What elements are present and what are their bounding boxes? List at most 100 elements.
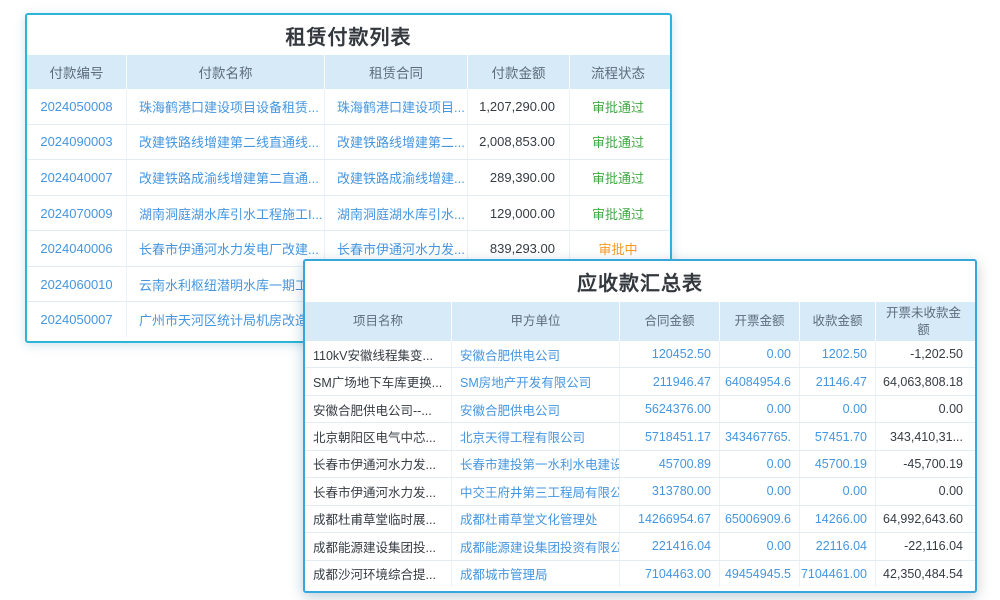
project-name: 成都杜甫草堂临时展...: [305, 506, 452, 532]
party-a-unit-link[interactable]: 安徽合肥供电公司: [452, 396, 620, 422]
received-amount: 0.00: [800, 396, 876, 422]
project-name: 长春市伊通河水力发...: [305, 451, 452, 477]
col-header-lease-contract: 租赁合同: [325, 55, 468, 89]
receivable-table-row: 长春市伊通河水力发... 中交王府井第三工程局有限公司 313780.00 0.…: [305, 478, 975, 505]
lease-contract-link[interactable]: 改建铁路成渝线增建...: [325, 160, 468, 195]
payment-amount: 289,390.00: [468, 160, 570, 195]
payment-amount: 129,000.00: [468, 196, 570, 231]
invoice-amount: 343467765.: [720, 423, 800, 449]
payment-name-link[interactable]: 湖南洞庭湖水库引水工程施工I...: [127, 196, 325, 231]
party-a-unit-link[interactable]: 北京天得工程有限公司: [452, 423, 620, 449]
invoice-amount: 64084954.6: [720, 368, 800, 394]
lease-contract-link[interactable]: 湖南洞庭湖水库引水...: [325, 196, 468, 231]
received-amount: 0.00: [800, 478, 876, 504]
status-badge: 审批通过: [570, 125, 666, 160]
payment-name-link[interactable]: 珠海鹤港口建设项目设备租赁...: [127, 89, 325, 124]
receivable-summary-panel: 应收款汇总表 项目名称 甲方单位 合同金额 开票金额 收款金额 开票未收款金额 …: [303, 259, 977, 593]
contract-amount: 14266954.67: [620, 506, 720, 532]
invoiced-unreceived-amount: -45,700.19: [876, 451, 971, 477]
invoice-amount: 0.00: [720, 396, 800, 422]
payment-name-link[interactable]: 改建铁路线增建第二线直通线...: [127, 125, 325, 160]
col-header-invoice-amount: 开票金额: [720, 302, 800, 341]
lease-table-row: 2024070009 湖南洞庭湖水库引水工程施工I... 湖南洞庭湖水库引水..…: [27, 196, 670, 232]
receivable-table-row: 安徽合肥供电公司--... 安徽合肥供电公司 5624376.00 0.00 0…: [305, 396, 975, 423]
invoiced-unreceived-amount: 0.00: [876, 396, 971, 422]
payment-name-link[interactable]: 广州市天河区统计局机房改造...: [127, 302, 325, 337]
col-header-invoiced-unreceived: 开票未收款金额: [876, 302, 971, 341]
receivable-table-row: 成都沙河环境综合提... 成都城市管理局 7104463.00 49454945…: [305, 561, 975, 587]
party-a-unit-link[interactable]: 中交王府井第三工程局有限公司: [452, 478, 620, 504]
receivable-table-header: 项目名称 甲方单位 合同金额 开票金额 收款金额 开票未收款金额: [305, 302, 975, 341]
invoiced-unreceived-amount: 64,063,808.18: [876, 368, 971, 394]
party-a-unit-link[interactable]: 长春市建投第一水利水电建设有限: [452, 451, 620, 477]
received-amount: 57451.70: [800, 423, 876, 449]
invoiced-unreceived-amount: -22,116.04: [876, 533, 971, 559]
payment-id-link[interactable]: 2024070009: [27, 196, 127, 231]
col-header-project-name: 项目名称: [305, 302, 452, 341]
payment-id-link[interactable]: 2024060010: [27, 267, 127, 302]
receivable-table-row: 北京朝阳区电气中芯... 北京天得工程有限公司 5718451.17 34346…: [305, 423, 975, 450]
contract-amount: 5718451.17: [620, 423, 720, 449]
invoiced-unreceived-amount: 343,410,31...: [876, 423, 971, 449]
invoiced-unreceived-amount: -1,202.50: [876, 341, 971, 367]
receivable-table-row: 长春市伊通河水力发... 长春市建投第一水利水电建设有限 45700.89 0.…: [305, 451, 975, 478]
contract-amount: 45700.89: [620, 451, 720, 477]
payment-id-link[interactable]: 2024050008: [27, 89, 127, 124]
received-amount: 22116.04: [800, 533, 876, 559]
payment-name-link[interactable]: 改建铁路成渝线增建第二直通...: [127, 160, 325, 195]
contract-amount: 211946.47: [620, 368, 720, 394]
lease-panel-title: 租赁付款列表: [27, 15, 670, 55]
col-header-party-a-unit: 甲方单位: [452, 302, 620, 341]
contract-amount: 313780.00: [620, 478, 720, 504]
col-header-contract-amount: 合同金额: [620, 302, 720, 341]
contract-amount: 7104463.00: [620, 561, 720, 587]
invoice-amount: 0.00: [720, 341, 800, 367]
party-a-unit-link[interactable]: 成都杜甫草堂文化管理处: [452, 506, 620, 532]
col-header-payment-amount: 付款金额: [468, 55, 570, 89]
col-header-received-amount: 收款金额: [800, 302, 876, 341]
status-badge: 审批通过: [570, 196, 666, 231]
payment-name-link[interactable]: 云南水利枢纽潜明水库一期工...: [127, 267, 325, 302]
receivable-table-row: 成都杜甫草堂临时展... 成都杜甫草堂文化管理处 14266954.67 650…: [305, 506, 975, 533]
invoice-amount: 0.00: [720, 451, 800, 477]
invoiced-unreceived-amount: 64,992,643.60: [876, 506, 971, 532]
party-a-unit-link[interactable]: 成都能源建设集团投资有限公司: [452, 533, 620, 559]
invoiced-unreceived-amount: 42,350,484.54: [876, 561, 971, 587]
receivable-table-row: SM广场地下车库更换... SM房地产开发有限公司 211946.47 6408…: [305, 368, 975, 395]
project-name: SM广场地下车库更换...: [305, 368, 452, 394]
received-amount: 45700.19: [800, 451, 876, 477]
project-name: 北京朝阳区电气中芯...: [305, 423, 452, 449]
lease-contract-link[interactable]: 改建铁路线增建第二...: [325, 125, 468, 160]
contract-amount: 5624376.00: [620, 396, 720, 422]
status-badge: 审批通过: [570, 89, 666, 124]
payment-id-link[interactable]: 2024090003: [27, 125, 127, 160]
invoice-amount: 65006909.6: [720, 506, 800, 532]
project-name: 长春市伊通河水力发...: [305, 478, 452, 504]
party-a-unit-link[interactable]: SM房地产开发有限公司: [452, 368, 620, 394]
received-amount: 7104461.00: [800, 561, 876, 587]
payment-id-link[interactable]: 2024040007: [27, 160, 127, 195]
lease-table-row: 2024040007 改建铁路成渝线增建第二直通... 改建铁路成渝线增建...…: [27, 160, 670, 196]
party-a-unit-link[interactable]: 成都城市管理局: [452, 561, 620, 587]
lease-table-header: 付款编号 付款名称 租赁合同 付款金额 流程状态: [27, 55, 670, 89]
receivable-table-body: 110kV安徽线程集变... 安徽合肥供电公司 120452.50 0.00 1…: [305, 341, 975, 587]
contract-amount: 120452.50: [620, 341, 720, 367]
col-header-process-status: 流程状态: [570, 55, 666, 89]
project-name: 110kV安徽线程集变...: [305, 341, 452, 367]
payment-name-link[interactable]: 长春市伊通河水力发电厂改建...: [127, 231, 325, 266]
project-name: 安徽合肥供电公司--...: [305, 396, 452, 422]
invoice-amount: 0.00: [720, 478, 800, 504]
lease-table-row: 2024090003 改建铁路线增建第二线直通线... 改建铁路线增建第二...…: [27, 125, 670, 161]
payment-id-link[interactable]: 2024040006: [27, 231, 127, 266]
received-amount: 1202.50: [800, 341, 876, 367]
payment-amount: 1,207,290.00: [468, 89, 570, 124]
receivable-table-row: 110kV安徽线程集变... 安徽合肥供电公司 120452.50 0.00 1…: [305, 341, 975, 368]
received-amount: 14266.00: [800, 506, 876, 532]
payment-id-link[interactable]: 2024050007: [27, 302, 127, 337]
party-a-unit-link[interactable]: 安徽合肥供电公司: [452, 341, 620, 367]
payment-amount: 2,008,853.00: [468, 125, 570, 160]
lease-contract-link[interactable]: 珠海鹤港口建设项目...: [325, 89, 468, 124]
contract-amount: 221416.04: [620, 533, 720, 559]
receivable-panel-title: 应收款汇总表: [305, 261, 975, 302]
col-header-payment-name: 付款名称: [127, 55, 325, 89]
